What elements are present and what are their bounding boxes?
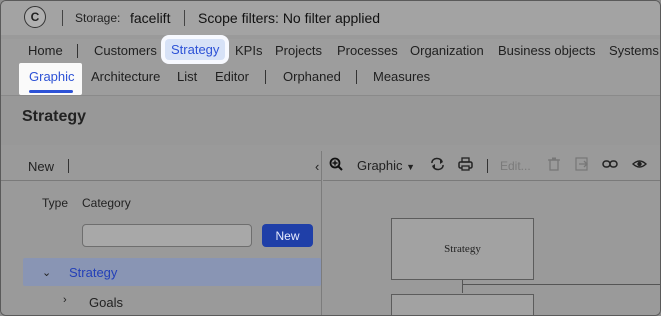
view-dropdown-label: Graphic — [357, 158, 403, 173]
storage-label: Storage: — [75, 11, 121, 25]
collapse-chevron-icon[interactable]: ‹ — [315, 159, 319, 174]
tree-item-goals[interactable]: Goals — [89, 295, 123, 310]
new-link[interactable]: New — [28, 159, 54, 174]
divider — [62, 10, 63, 26]
chevron-right-icon[interactable]: › — [63, 294, 67, 306]
storage-value[interactable]: facelift — [130, 10, 170, 26]
tab-architecture[interactable]: Architecture — [91, 69, 160, 84]
category-label: Category — [82, 196, 131, 210]
secondary-nav: Graphic Architecture List Editor Orphane… — [1, 63, 660, 95]
view-dropdown[interactable]: Graphic ▼ — [357, 158, 415, 173]
chevron-down-icon[interactable]: ⌄ — [42, 266, 51, 279]
app-logo[interactable]: C — [24, 6, 46, 28]
nav-processes[interactable]: Processes — [337, 43, 398, 58]
toolbar-separator — [487, 159, 488, 173]
connector-line — [462, 280, 463, 293]
tab-graphic[interactable]: Graphic — [29, 69, 75, 84]
tab-orphaned[interactable]: Orphaned — [283, 69, 341, 84]
type-label: Type — [42, 196, 69, 210]
nav-customers[interactable]: Customers — [94, 43, 157, 58]
left-toolbar: New ‹ — [1, 151, 321, 181]
edit-button[interactable]: Edit... — [500, 159, 531, 173]
tab-measures[interactable]: Measures — [373, 69, 430, 84]
tab-list[interactable]: List — [177, 69, 197, 84]
nav-business-objects[interactable]: Business objects — [498, 43, 596, 58]
toolbar-separator — [68, 159, 69, 173]
delete-icon[interactable] — [548, 157, 560, 174]
nav-separator — [77, 44, 78, 58]
connector-line — [462, 284, 660, 285]
app-window: C Storage: facelift Scope filters: No fi… — [0, 0, 661, 316]
eye-icon[interactable] — [631, 157, 648, 174]
logo-letter: C — [30, 10, 40, 24]
graphic-toolbar: Graphic ▼ Edit... — [323, 151, 660, 181]
nav-strategy[interactable]: Strategy — [165, 39, 226, 60]
nav-systems[interactable]: Systems — [609, 43, 659, 58]
zoom-in-icon[interactable] — [329, 157, 343, 174]
tab-editor[interactable]: Editor — [215, 69, 249, 84]
top-bar: C Storage: facelift Scope filters: No fi… — [1, 1, 660, 35]
scope-filter-text[interactable]: Scope filters: No filter applied — [198, 10, 380, 26]
new-button[interactable]: New — [262, 224, 313, 247]
page-title: Strategy — [22, 108, 87, 125]
print-icon[interactable] — [458, 157, 473, 174]
primary-nav: Home Customers Strategy KPIs Projects Pr… — [1, 39, 660, 65]
nav-separator — [265, 70, 266, 84]
tree-row-selected[interactable] — [23, 258, 321, 286]
category-input[interactable] — [82, 224, 252, 247]
export-icon[interactable] — [575, 157, 589, 174]
page-header: Strategy — [1, 95, 660, 145]
diagram-node[interactable] — [391, 294, 534, 315]
nav-separator — [356, 70, 357, 84]
active-tab-indicator — [29, 90, 73, 93]
link-icon[interactable] — [602, 157, 618, 174]
right-panel: Graphic ▼ Edit... Strategy — [323, 151, 660, 315]
diagram-node-strategy[interactable]: Strategy — [391, 218, 534, 280]
left-panel: New ‹ Type Category New ⌄ Strategy › Goa… — [1, 151, 322, 315]
nav-kpis[interactable]: KPIs — [235, 43, 262, 58]
divider — [184, 10, 185, 26]
nav-projects[interactable]: Projects — [275, 43, 322, 58]
tree-item-strategy[interactable]: Strategy — [69, 265, 117, 280]
caret-down-icon: ▼ — [406, 162, 416, 172]
refresh-icon[interactable] — [430, 157, 445, 174]
nav-home[interactable]: Home — [28, 43, 63, 58]
nav-organization[interactable]: Organization — [410, 43, 484, 58]
